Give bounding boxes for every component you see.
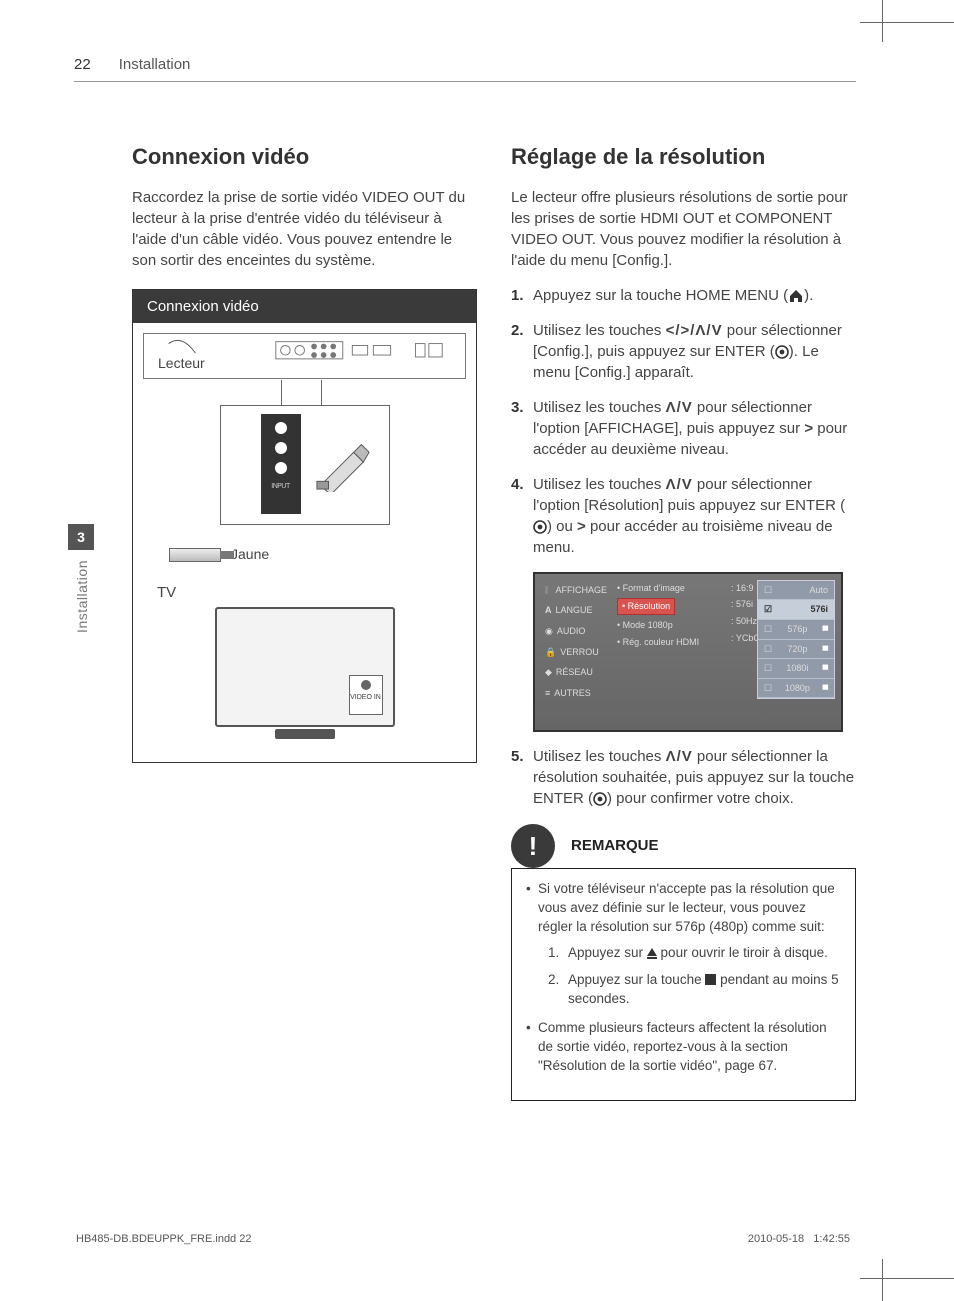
osd-item-hdmicolor: Rég. couleur HDMI: [623, 637, 700, 647]
osd-item-format: Format d'image: [623, 583, 685, 593]
arrow-keys-icon: Λ/V: [666, 399, 693, 416]
step-3: Utilisez les touches Λ/V pour sélectionn…: [511, 397, 856, 460]
home-icon: [788, 289, 804, 303]
osd-menu-affichage: AFFICHAGE: [541, 580, 611, 601]
osd-resolution-dropdown: ☐Auto ☑576i ☐576p▅ ☐720p▅ ☐1080i▅ ☐1080p…: [757, 580, 835, 700]
osd-opt-576p: ☐576p▅: [758, 620, 834, 640]
port-block: INPUT: [261, 414, 301, 514]
step-2: Utilisez les touches </>/Λ/V pour sélect…: [511, 320, 856, 383]
enter-icon: [593, 792, 607, 806]
osd-screenshot: AFFICHAGE ALANGUE ◉AUDIO 🔒VERROU ◆RÉSEAU…: [533, 572, 843, 732]
page: 22 Installation 3 Installation Connexion…: [0, 54, 880, 1261]
note-badge: ! REMARQUE: [511, 824, 669, 868]
paragraph-connexion-video: Raccordez la prise de sortie vidéo VIDEO…: [132, 187, 477, 271]
note-inner-2: Appuyez sur la touche pendant au moins 5…: [548, 971, 841, 1009]
port-input-label: INPUT: [261, 482, 301, 492]
osd-menu-audio: ◉AUDIO: [541, 621, 611, 642]
osd-opt-576i: ☑576i: [758, 600, 834, 620]
step-1: Appuyez sur la touche HOME MENU ().: [511, 285, 856, 306]
figure-title: Connexion vidéo: [133, 290, 476, 323]
chevron-right-icon: >: [577, 518, 586, 535]
figure-body: Lecteur INPUT Jaune: [133, 323, 476, 763]
steps-list: Appuyez sur la touche HOME MENU (). Util…: [511, 285, 856, 558]
tv-area: TV VIDEO IN: [143, 582, 466, 752]
alert-icon: !: [511, 824, 555, 868]
footer-file: HB485-DB.BDEUPPK_FRE.indd 22: [76, 1232, 251, 1247]
figure-connexion-video: Connexion vidéo: [132, 289, 477, 764]
step-4-text-a: Utilisez les touches: [533, 476, 666, 493]
note-b1-text: Si votre téléviseur n'accepte pas la rés…: [538, 881, 835, 934]
step-5-text-a: Utilisez les touches: [533, 748, 666, 765]
player-label: Lecteur: [158, 354, 205, 374]
header-section: Installation: [119, 54, 191, 75]
eject-icon: [647, 948, 657, 956]
step-2-text-a: Utilisez les touches: [533, 322, 666, 339]
arrow-keys-icon: Λ/V: [666, 748, 693, 765]
right-column: Réglage de la résolution Le lecteur offr…: [511, 142, 856, 1101]
step-1-text-a: Appuyez sur la touche HOME MENU (: [533, 287, 788, 304]
arrow-keys-icon: </>/Λ/V: [666, 322, 723, 339]
osd-opt-720p: ☐720p▅: [758, 640, 834, 660]
chapter-side-label: Installation: [73, 560, 93, 633]
osd-opt-auto: ☐Auto: [758, 581, 834, 601]
chevron-right-icon: >: [804, 420, 813, 437]
step-5-text-c: ) pour confirmer votre choix.: [607, 790, 794, 807]
osd-menu-autres: ≡AUTRES: [541, 683, 611, 704]
tv-icon: VIDEO IN: [215, 607, 395, 727]
osd-opt-1080p: ☐1080p▅: [758, 679, 834, 699]
arrow-keys-icon: Λ/V: [666, 476, 693, 493]
rca-plug-icon: [315, 432, 373, 492]
stop-icon: [705, 974, 716, 985]
osd-item-mode1080: Mode 1080p: [623, 620, 673, 630]
step-3-text-a: Utilisez les touches: [533, 399, 666, 416]
video-in-port: VIDEO IN: [349, 675, 383, 715]
footer-datetime: 2010-05-18 1:42:55: [748, 1232, 850, 1247]
heading-reglage-resolution: Réglage de la résolution: [511, 142, 856, 173]
note-inner-1: Appuyez sur pour ouvrir le tiroir à disq…: [548, 944, 841, 963]
note-title: REMARQUE: [561, 831, 669, 860]
cable-color-label: Jaune: [231, 545, 269, 565]
osd-opt-1080i: ☐1080i▅: [758, 659, 834, 679]
osd-menu-verrou: 🔒VERROU: [541, 642, 611, 663]
step-4-text-c: ) ou: [547, 518, 577, 535]
chapter-number-badge: 3: [68, 524, 94, 550]
steps-list-cont: Utilisez les touches Λ/V pour sélectionn…: [511, 746, 856, 809]
osd-menu-langue: ALANGUE: [541, 600, 611, 621]
note-bullet-1: Si votre téléviseur n'accepte pas la rés…: [526, 880, 841, 1009]
footer: HB485-DB.BDEUPPK_FRE.indd 22 2010-05-18 …: [76, 1232, 850, 1247]
rca-cable-icon: [169, 548, 221, 562]
osd-settings-mid: • Format d'image • Résolution • Mode 108…: [617, 580, 727, 650]
enter-icon: [775, 345, 789, 359]
heading-connexion-video: Connexion vidéo: [132, 142, 477, 173]
step-5: Utilisez les touches Λ/V pour sélectionn…: [511, 746, 856, 809]
note-bullet-2: Comme plusieurs facteurs affectent la ré…: [526, 1019, 841, 1076]
enter-icon: [533, 520, 547, 534]
page-number: 22: [74, 54, 91, 75]
paragraph-reglage-intro: Le lecteur offre plusieurs résolutions d…: [511, 187, 856, 271]
left-column: Connexion vidéo Raccordez la prise de so…: [132, 142, 477, 1101]
note-box: ! REMARQUE Si votre téléviseur n'accepte…: [511, 837, 856, 1101]
tv-label: TV: [157, 582, 466, 603]
side-chapter-tab: 3 Installation: [68, 524, 100, 633]
osd-menu-reseau: ◆RÉSEAU: [541, 662, 611, 683]
osd-menu-left: AFFICHAGE ALANGUE ◉AUDIO 🔒VERROU ◆RÉSEAU…: [541, 580, 611, 704]
osd-item-resolution-selected: • Résolution: [617, 598, 675, 615]
step-1-text-b: ).: [804, 287, 813, 304]
running-header: 22 Installation: [74, 54, 856, 82]
ports-callout: INPUT: [220, 405, 390, 525]
cable-legend: Jaune: [169, 545, 466, 565]
player-illustration: Lecteur: [143, 333, 466, 379]
step-4: Utilisez les touches Λ/V pour sélectionn…: [511, 474, 856, 558]
